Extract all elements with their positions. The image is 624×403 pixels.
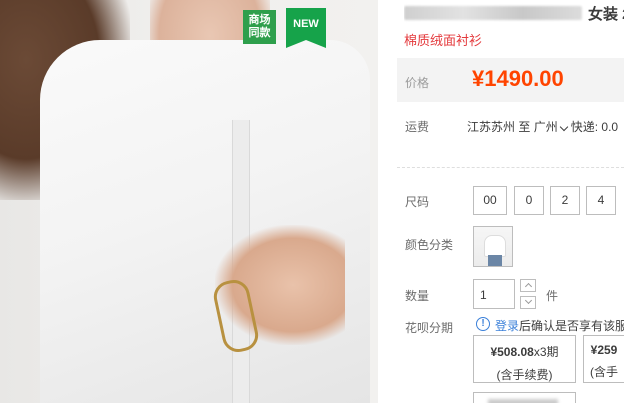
installment-label: 花呗分期 bbox=[405, 321, 454, 335]
color-swatch-thumbnail[interactable] bbox=[473, 226, 513, 267]
info-icon: ! bbox=[476, 317, 490, 331]
login-link[interactable]: 登录 bbox=[495, 317, 519, 334]
white-shirt bbox=[40, 40, 370, 403]
shipping-info: 江苏苏州 至 广州 快递: 0.0 bbox=[467, 118, 618, 135]
shipping-label: 运费 bbox=[405, 120, 430, 134]
obscured-title-text bbox=[404, 6, 582, 20]
quantity-label: 数量 bbox=[405, 289, 430, 303]
installment-option-next[interactable] bbox=[473, 392, 576, 403]
installment-fee-note: (含手 bbox=[590, 365, 618, 379]
swatch-jeans bbox=[488, 255, 502, 266]
ship-from: 江苏苏州 bbox=[467, 120, 516, 134]
size-option-4[interactable]: 4 bbox=[586, 186, 616, 215]
login-note: 后确认是否享有该服 bbox=[519, 319, 624, 333]
installment-amount: ¥508.08x3期 bbox=[490, 345, 559, 359]
price-value: ¥1490.00 bbox=[472, 66, 564, 91]
quantity-increase-button[interactable] bbox=[520, 279, 536, 292]
product-main-image[interactable]: 商场 同款 NEW bbox=[0, 0, 378, 403]
size-option-2[interactable]: 2 bbox=[550, 186, 580, 215]
size-option-0[interactable]: 0 bbox=[514, 186, 544, 215]
size-option-00[interactable]: 00 bbox=[473, 186, 507, 215]
quantity-input[interactable]: 1 bbox=[473, 279, 515, 309]
quantity-unit: 件 bbox=[546, 289, 559, 303]
mall-same-style-badge: 商场 同款 bbox=[243, 10, 276, 44]
product-subtitle: 棉质绒面衬衫 bbox=[404, 33, 483, 48]
ship-to-word: 至 bbox=[518, 120, 531, 134]
size-label: 尺码 bbox=[405, 195, 430, 209]
color-label: 颜色分类 bbox=[405, 238, 454, 252]
installment-fee-note: (含手续费) bbox=[496, 368, 553, 382]
section-divider bbox=[397, 167, 624, 168]
installment-amount: ¥259 bbox=[590, 343, 618, 357]
obscured-installment-text bbox=[488, 399, 558, 403]
price-label: 价格 bbox=[405, 76, 430, 90]
ship-destination-select[interactable]: 广州 bbox=[534, 120, 571, 134]
installment-option-6[interactable]: ¥259 (含手 bbox=[583, 335, 624, 383]
quantity-decrease-button[interactable] bbox=[520, 296, 536, 309]
installment-option-3[interactable]: ¥508.08x3期 (含手续费) bbox=[473, 335, 576, 383]
swatch-shirt bbox=[484, 235, 506, 257]
product-title: 女装 2 bbox=[404, 3, 624, 25]
shipping-fee: 快递: 0.0 bbox=[570, 120, 619, 134]
chevron-down-icon bbox=[559, 122, 568, 132]
